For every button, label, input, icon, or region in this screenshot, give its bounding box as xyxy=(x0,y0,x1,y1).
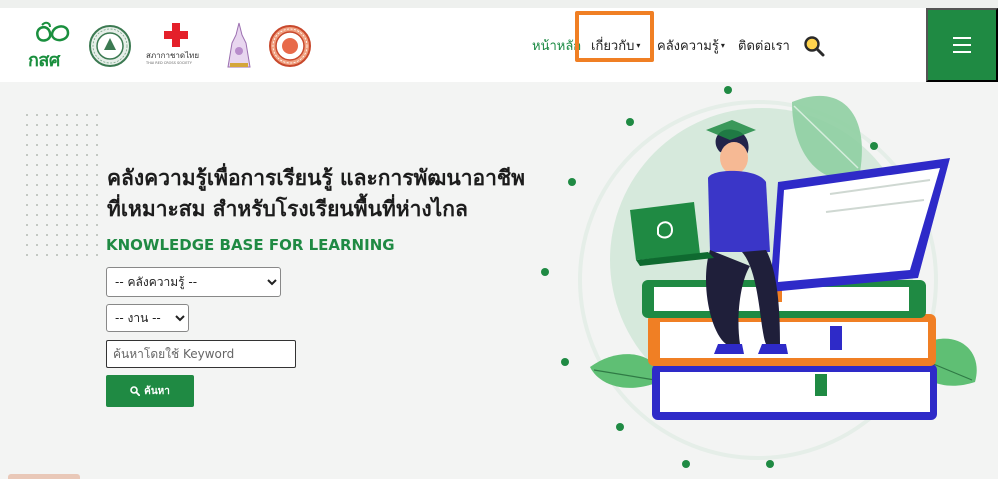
nav-contact-label: ติดต่อเรา xyxy=(738,39,790,54)
nav-knowledge-label: คลังความรู้ xyxy=(657,39,719,54)
corner-tab-decoration xyxy=(8,474,80,479)
main-nav: หน้าหลัก เกี่ยวกับ ▾ คลังความรู้ ▾ ติดต่อเ… xyxy=(0,8,998,82)
hero-illustration xyxy=(541,86,977,468)
hamburger-icon-bar xyxy=(953,37,971,39)
nav-knowledge[interactable]: คลังความรู้ ▾ xyxy=(657,35,725,56)
hamburger-menu-button[interactable] xyxy=(926,8,998,82)
nav-home[interactable]: หน้าหลัก xyxy=(532,35,581,56)
page-top-edge xyxy=(0,0,998,8)
hero-section: คลังความรู้เพื่อการเรียนรู้ และการพัฒนาอ… xyxy=(0,82,998,479)
search-icon[interactable] xyxy=(803,35,825,57)
nav-contact[interactable]: ติดต่อเรา xyxy=(738,35,790,56)
hero-title-line1: คลังความรู้เพื่อการเรียนรู้ และการพัฒนาอ… xyxy=(107,166,525,190)
search-icon xyxy=(130,386,141,396)
work-select[interactable]: -- งาน -- xyxy=(106,304,189,332)
hero-title: คลังความรู้เพื่อการเรียนรู้ และการพัฒนาอ… xyxy=(107,163,525,225)
search-button-label: ค้นหา xyxy=(144,385,170,397)
category-select[interactable]: -- คลังความรู้ -- xyxy=(106,267,281,297)
hamburger-icon-bar xyxy=(953,51,971,53)
dot-pattern-decoration xyxy=(22,110,102,260)
nav-home-label: หน้าหลัก xyxy=(532,39,582,54)
hero-subtitle: KNOWLEDGE BASE FOR LEARNING xyxy=(106,236,395,254)
hero-title-line2: ที่เหมาะสม สำหรับโรงเรียนพื้นที่ห่างไกล xyxy=(107,197,468,221)
search-button[interactable]: ค้นหา xyxy=(106,375,194,407)
chevron-down-icon: ▾ xyxy=(720,41,725,50)
keyword-search-input[interactable] xyxy=(106,340,296,368)
hamburger-icon-bar xyxy=(953,44,971,46)
highlight-box xyxy=(575,11,654,62)
